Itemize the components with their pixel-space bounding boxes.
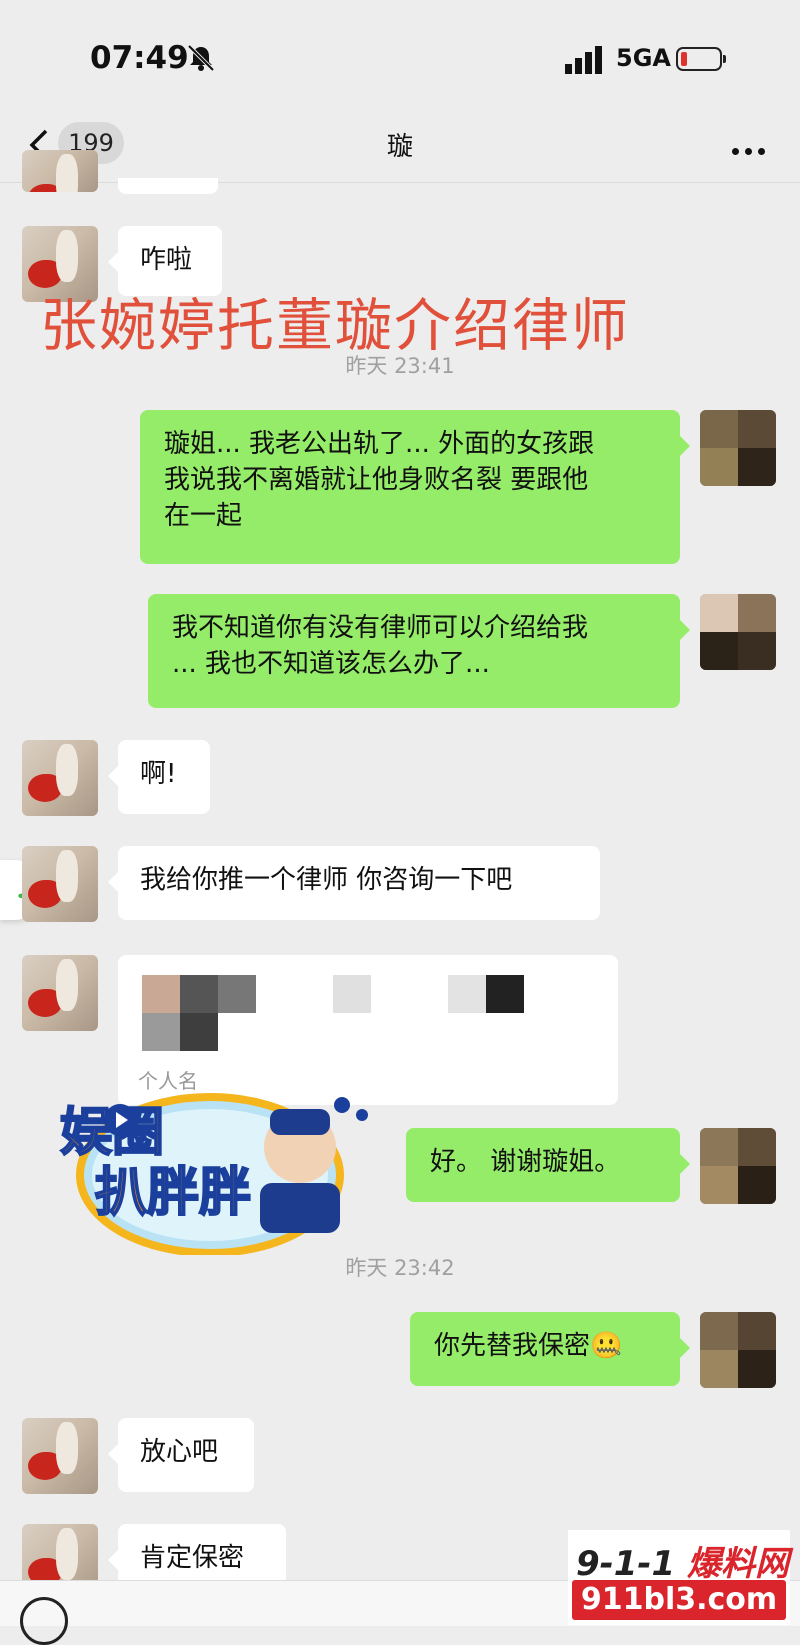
message-text: 肯定保密 — [140, 1543, 245, 1573]
contact-avatar[interactable] — [22, 740, 98, 816]
watermark-logo-b: 爆料网 — [687, 1544, 790, 1584]
user-avatar[interactable] — [700, 410, 776, 486]
timestamp: 昨天 23:42 — [345, 1256, 455, 1280]
message-line: 我不知道你有没有律师可以介绍给我 — [172, 613, 589, 643]
message-line: 璇姐... 我老公出轨了... 外面的女孩跟 — [164, 429, 595, 459]
status-bar: 07:49 5GA — [0, 0, 800, 110]
watermark-url: 911bl3.com — [572, 1580, 786, 1620]
message-bubble-outgoing[interactable]: 我不知道你有没有律师可以介绍给我 ... 我也不知道该怎么办了... — [148, 594, 690, 708]
battery-icon — [676, 47, 726, 71]
user-avatar[interactable] — [700, 1312, 776, 1388]
sticker-line2: 扒胖胖 — [94, 1162, 252, 1224]
chat-title: 璇 — [386, 132, 413, 162]
message-text: 咋啦 — [140, 245, 193, 275]
timestamp: 昨天 23:41 — [345, 354, 455, 378]
user-avatar[interactable] — [700, 1128, 776, 1204]
user-avatar[interactable] — [700, 594, 776, 670]
chat-header: 199 璇 — [0, 110, 800, 183]
message-line: 在一起 — [164, 501, 243, 531]
message-bubble-incoming[interactable]: 我给你推一个律师 你咨询一下吧 — [108, 846, 600, 920]
bell-muted-icon — [187, 44, 215, 72]
message-bubble-outgoing[interactable]: 你先替我保密🤐 — [410, 1312, 690, 1386]
message-text: 放心吧 — [140, 1437, 219, 1467]
message-bubble-incoming[interactable]: 啊! — [108, 740, 210, 814]
message-text: 啊! — [140, 759, 177, 789]
play-icon — [104, 1104, 136, 1136]
message-bubble-incoming[interactable]: 放心吧 — [108, 1418, 254, 1492]
message-line: 我说我不离婚就让他身败名裂 要跟他 — [164, 465, 589, 495]
voice-input-icon[interactable] — [20, 1597, 68, 1645]
contact-avatar[interactable] — [22, 1418, 98, 1494]
message-text: 我给你推一个律师 你咨询一下吧 — [140, 865, 513, 895]
message-bubble-cut — [118, 178, 218, 194]
message-bubble-outgoing[interactable]: 好。 谢谢璇姐。 — [406, 1128, 690, 1202]
contact-avatar[interactable] — [22, 846, 98, 922]
more-options-icon[interactable] — [732, 140, 772, 155]
contact-avatar[interactable] — [22, 955, 98, 1031]
message-text: 好。 谢谢璇姐。 — [430, 1147, 621, 1177]
signal-icon — [565, 46, 602, 74]
message-bubble-outgoing[interactable]: 璇姐... 我老公出轨了... 外面的女孩跟 我说我不离婚就让他身败名裂 要跟他… — [140, 410, 690, 564]
watermark-logo-a: 9-1-1 — [576, 1544, 676, 1584]
network-type: 5GA — [616, 44, 671, 72]
watermark: 9-1-1 爆料网 911bl3.com — [568, 1530, 790, 1625]
message-line: ... 我也不知道该怎么办了... — [172, 649, 490, 679]
status-time: 07:49 — [90, 40, 189, 76]
message-text: 你先替我保密🤐 — [434, 1331, 623, 1361]
contact-avatar[interactable] — [22, 150, 98, 192]
